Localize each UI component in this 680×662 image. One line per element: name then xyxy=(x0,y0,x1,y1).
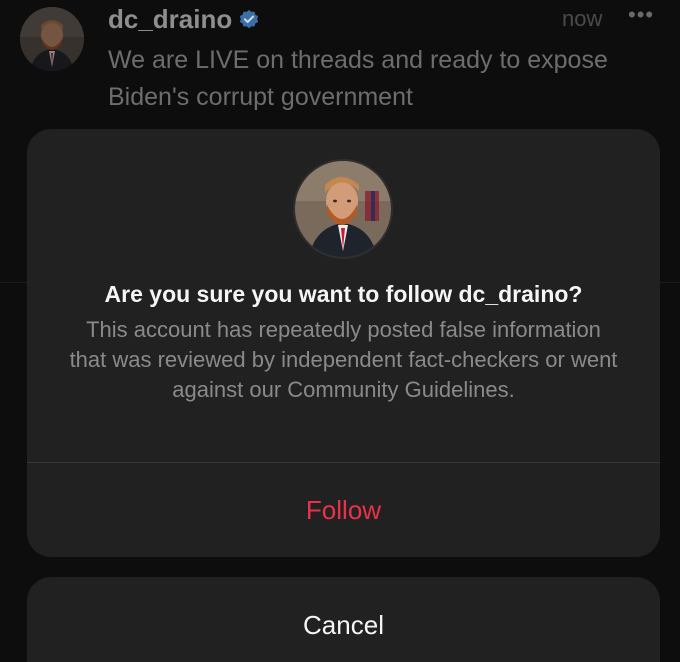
background-post: dc_draino now ••• We are LIVE on threads… xyxy=(0,0,680,130)
follow-button[interactable]: Follow xyxy=(27,463,660,557)
dialog-message: This account has repeatedly posted false… xyxy=(69,317,618,402)
more-options-icon[interactable]: ••• xyxy=(628,2,654,28)
cancel-sheet: Cancel xyxy=(27,577,660,662)
post-text: We are LIVE on threads and ready to expo… xyxy=(108,46,608,111)
post-timestamp: now xyxy=(562,6,603,31)
verified-badge-icon xyxy=(240,9,259,28)
screen: dc_draino now ••• We are LIVE on threads… xyxy=(0,0,680,662)
post-username[interactable]: dc_draino xyxy=(108,4,260,35)
cancel-button[interactable]: Cancel xyxy=(27,577,660,662)
post-avatar[interactable] xyxy=(20,7,84,71)
username-text[interactable]: dc_draino xyxy=(108,4,232,35)
profile-avatar xyxy=(293,159,393,259)
follow-confirmation-dialog: Are you sure you want to follow dc_drain… xyxy=(27,129,660,557)
dialog-title: Are you sure you want to follow dc_drain… xyxy=(104,281,583,307)
